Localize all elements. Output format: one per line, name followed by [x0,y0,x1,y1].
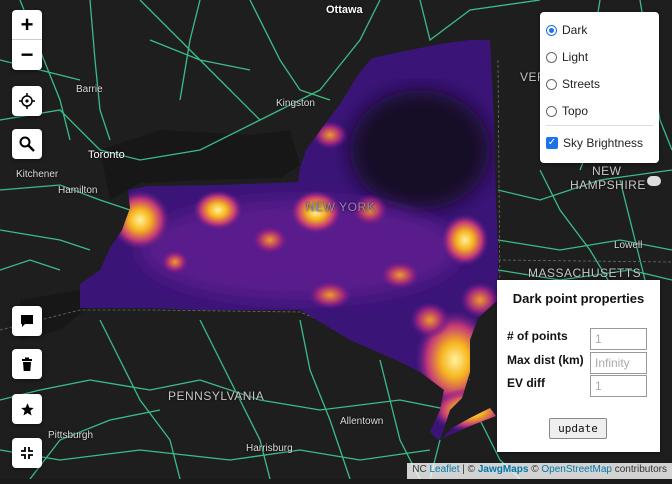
checkbox-sky-brightness[interactable]: ✓ [546,137,558,149]
zoom-in-button[interactable]: + [12,10,42,40]
attribution: NC Leaflet | © JawgMaps © OpenStreetMap … [407,463,672,479]
trash-icon [22,357,32,371]
attribution-sep1: | © [459,464,478,475]
city-lowell: Lowell [614,240,643,251]
dark-point-panel: Dark point properties # of points 1 Max … [497,280,660,452]
label-new-york: NEW YORK [306,200,376,214]
city-hamilton: Hamilton [58,185,98,196]
radio-dark[interactable] [546,24,557,36]
layer-label-streets: Streets [562,77,601,91]
layer-separator [546,125,653,126]
star-icon [20,402,34,415]
layer-label-light: Light [562,50,589,64]
label-ev-diff: EV diff [507,376,545,390]
label-max-dist: Max dist (km) [507,353,584,367]
region-massachusetts: MASSACHUSETTS [528,266,642,280]
city-kitchener: Kitchener [16,169,59,180]
city-kingston: Kingston [276,98,315,109]
num-points-input[interactable]: 1 [590,328,647,350]
city-allentown: Allentown [340,416,384,427]
region-pennsylvania: PENNSYLVANIA [168,389,265,403]
layer-option-streets[interactable]: Streets [546,77,600,91]
panel-title: Dark point properties [512,291,645,306]
layer-label-topo: Topo [562,104,589,118]
collapse-icon [21,447,33,459]
city-pittsburgh: Pittsburgh [48,430,94,441]
overlay-label-sky-brightness: Sky Brightness [563,136,644,150]
openstreetmap-link[interactable]: OpenStreetMap [541,464,612,475]
locate-button[interactable] [12,86,42,116]
label-num-points: # of points [507,329,568,343]
search-button[interactable] [12,129,42,159]
region-new-hampshire-1: NEW [592,164,622,178]
comment-icon [21,315,33,327]
update-button[interactable]: update [549,418,607,439]
attribution-suffix: contributors [611,464,667,475]
radio-streets[interactable] [546,78,557,90]
city-toronto: Toronto [88,149,125,161]
collapse-button[interactable] [12,438,42,468]
max-dist-input[interactable]: Infinity [590,352,647,374]
region-new-hampshire-2: HAMPSHIRE [570,178,646,192]
jawgmaps-link[interactable]: JawgMaps [478,464,529,475]
ev-diff-input[interactable]: 1 [590,375,647,397]
locate-icon [19,93,35,109]
favorite-button[interactable] [12,394,42,424]
radio-light[interactable] [546,51,557,63]
overlay-option-sky-brightness[interactable]: ✓ Sky Brightness [546,136,643,150]
layer-control: Dark Light Streets Topo ✓ Sky Brightness [540,12,659,163]
zoom-control: + − [12,10,42,70]
radio-topo[interactable] [546,105,557,117]
layer-label-dark: Dark [562,23,588,37]
leaflet-link[interactable]: Leaflet [430,464,460,475]
city-harrisburg: Harrisburg [246,443,293,454]
layer-option-topo[interactable]: Topo [546,104,588,118]
zoom-out-button[interactable]: − [12,40,42,70]
layer-option-light[interactable]: Light [546,50,588,64]
attribution-prefix: NC [412,464,427,475]
layer-option-dark[interactable]: Dark [546,23,587,37]
delete-button[interactable] [12,349,42,379]
comment-button[interactable] [12,306,42,336]
city-ottawa: Ottawa [326,4,363,16]
city-barrie: Barrie [76,84,103,95]
attribution-sep2: © [528,464,542,475]
search-icon [19,136,35,152]
drag-handle[interactable] [647,176,661,186]
